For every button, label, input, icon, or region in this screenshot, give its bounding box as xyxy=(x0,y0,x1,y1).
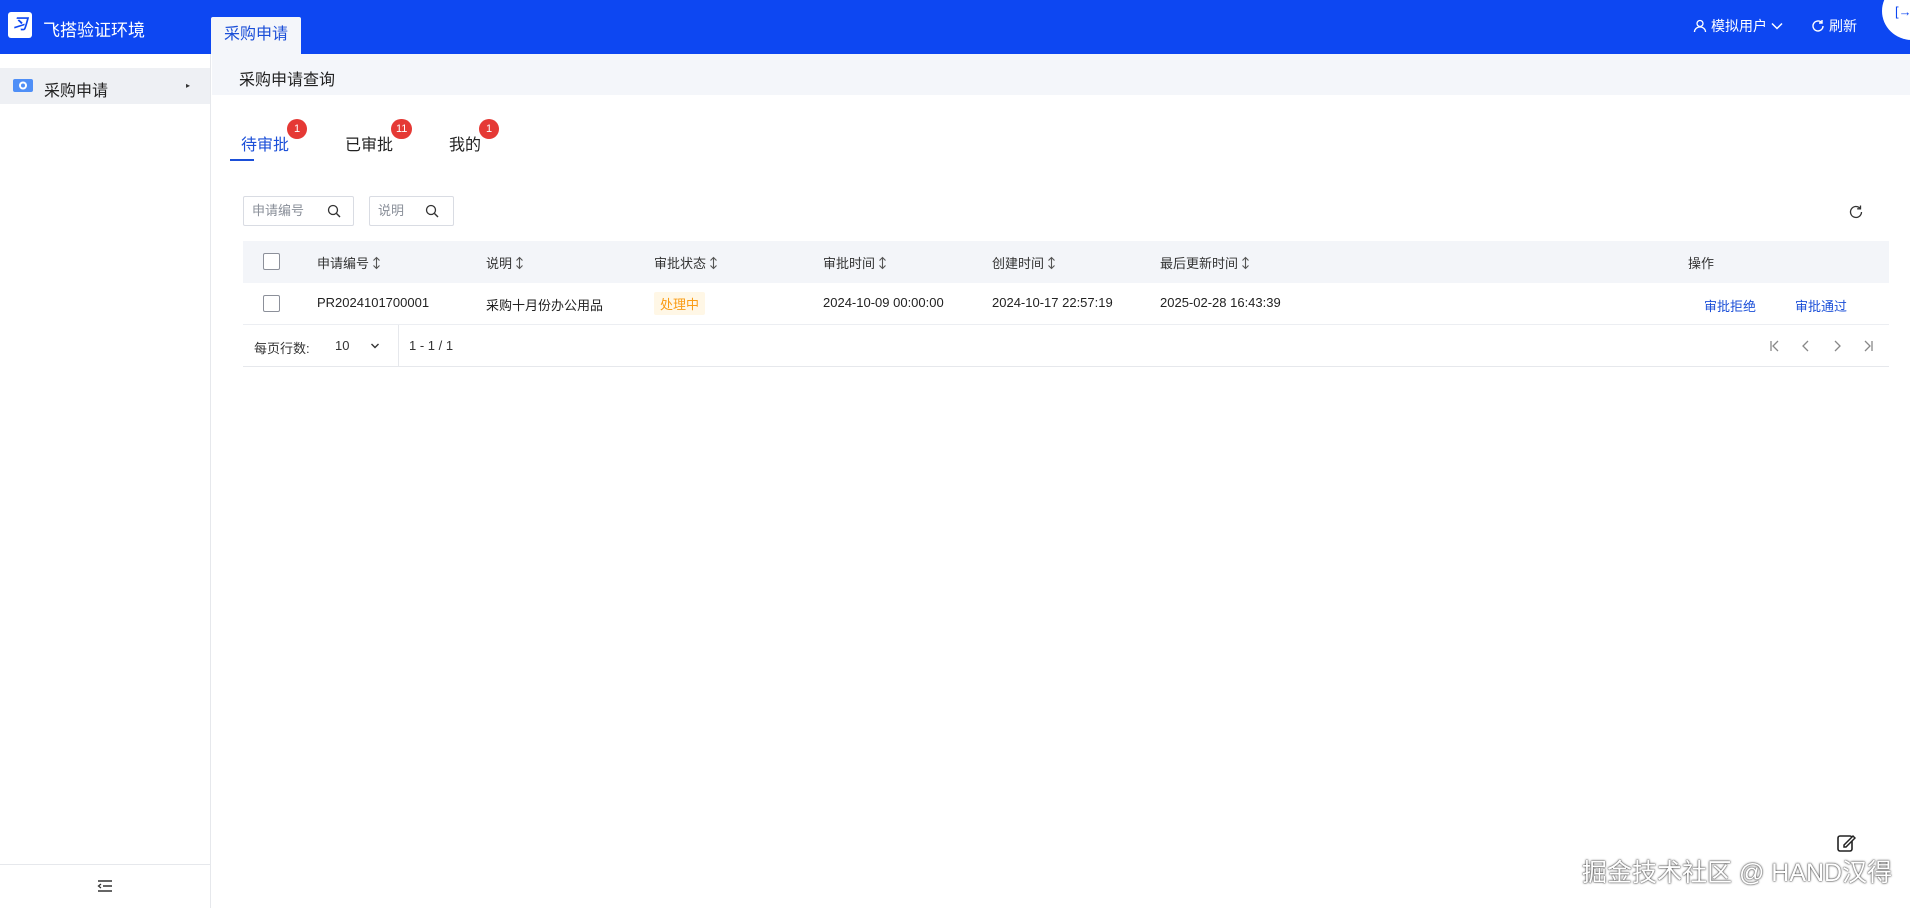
top-header: 习 飞搭验证环境 采购申请 模拟用户 刷新 [→ xyxy=(0,0,1910,54)
rows-per-page-select[interactable]: 10 xyxy=(323,331,393,361)
column-header-approve-time[interactable]: 审批时间 xyxy=(823,253,887,272)
column-header-create-time[interactable]: 创建时间 xyxy=(992,253,1056,272)
code-search-field[interactable] xyxy=(243,196,354,226)
sidebar: 采购申请 ▸ xyxy=(0,54,211,908)
app-title: 飞搭验证环境 xyxy=(43,21,145,40)
status-badge: 处理中 xyxy=(654,292,706,315)
sort-icon[interactable] xyxy=(878,256,887,270)
first-page-icon[interactable] xyxy=(1768,339,1782,353)
user-icon xyxy=(1693,19,1707,33)
tab-pending-label: 待审批 xyxy=(241,137,290,154)
corner-widget-icon: [→ xyxy=(1895,4,1910,19)
sidebar-item-label: 采购申请 xyxy=(44,83,109,100)
column-label: 说明 xyxy=(486,256,513,271)
tab-mine-label: 我的 xyxy=(449,137,482,154)
page-range: 1 - 1 / 1 xyxy=(409,338,454,353)
column-label: 最后更新时间 xyxy=(1160,256,1239,271)
column-label: 创建时间 xyxy=(992,256,1045,271)
rows-per-page-value: 10 xyxy=(335,338,350,353)
sidebar-item-purchase-request[interactable]: 采购申请 ▸ xyxy=(0,68,210,104)
collapse-menu-icon[interactable] xyxy=(97,879,113,893)
cell-desc: 采购十月份办公用品 xyxy=(486,298,604,313)
desc-search-input[interactable] xyxy=(378,203,422,218)
next-page-icon[interactable] xyxy=(1830,339,1844,353)
column-label: 操作 xyxy=(1688,256,1715,271)
reject-button[interactable]: 审批拒绝 xyxy=(1704,296,1756,315)
sort-icon[interactable] xyxy=(372,256,381,270)
cell-approve-time: 2024-10-09 00:00:00 xyxy=(823,295,944,310)
row-checkbox[interactable] xyxy=(263,295,280,312)
active-tab-indicator xyxy=(230,159,254,161)
search-icon[interactable] xyxy=(327,204,341,218)
tab-approved-label: 已审批 xyxy=(345,137,394,154)
refresh-label: 刷新 xyxy=(1829,18,1857,34)
edit-icon[interactable] xyxy=(1836,833,1856,853)
tab-purchase-request[interactable]: 采购申请 xyxy=(211,17,301,54)
rows-per-page-label: 每页行数: xyxy=(254,341,310,356)
column-header-code[interactable]: 申请编号 xyxy=(317,253,381,272)
code-search-input[interactable] xyxy=(252,203,316,218)
cell-update-time: 2025-02-28 16:43:39 xyxy=(1160,295,1281,310)
watermark: 掘金技术社区 @ HAND汉得 xyxy=(1582,859,1893,887)
pager-divider xyxy=(398,325,399,367)
user-menu[interactable]: 模拟用户 xyxy=(1693,16,1783,36)
search-icon[interactable] xyxy=(425,204,439,218)
column-label: 审批时间 xyxy=(823,256,876,271)
pagination: 每页行数: 10 1 - 1 / 1 xyxy=(243,325,1889,367)
column-label: 审批状态 xyxy=(654,256,707,271)
tab-pending[interactable]: 待审批 xyxy=(241,131,289,155)
sort-icon[interactable] xyxy=(1047,256,1056,270)
approve-button[interactable]: 审批通过 xyxy=(1795,296,1847,315)
sort-icon[interactable] xyxy=(1241,256,1250,270)
cell-create-time: 2024-10-17 22:57:19 xyxy=(992,295,1113,310)
purchase-icon xyxy=(13,79,33,92)
reload-table-icon[interactable] xyxy=(1848,204,1864,220)
column-header-update-time[interactable]: 最后更新时间 xyxy=(1160,253,1250,272)
app-logo: 习 xyxy=(8,12,32,38)
column-header-desc[interactable]: 说明 xyxy=(486,253,524,272)
cell-code: PR2024101700001 xyxy=(317,295,430,310)
select-all-checkbox[interactable] xyxy=(263,253,280,270)
refresh-icon xyxy=(1812,20,1824,32)
table-header: 申请编号 说明 审批状态 审批时间 创建时间 最后更新时间 操作 xyxy=(243,241,1889,283)
last-page-icon[interactable] xyxy=(1861,339,1875,353)
page-title: 采购申请查询 xyxy=(239,72,336,89)
desc-search-field[interactable] xyxy=(369,196,454,226)
sidebar-footer xyxy=(0,864,210,908)
column-label: 申请编号 xyxy=(317,256,370,271)
table-row[interactable]: PR2024101700001 采购十月份办公用品 处理中 2024-10-09… xyxy=(243,283,1889,325)
tab-pending-badge: 1 xyxy=(287,119,307,139)
user-name: 模拟用户 xyxy=(1711,18,1767,34)
content-panel: 待审批 1 已审批 11 我的 1 申请编号 说明 申请编号 说明 审批状态 审… xyxy=(212,95,1910,908)
column-header-actions: 操作 xyxy=(1688,253,1714,272)
sort-icon[interactable] xyxy=(709,256,718,270)
column-header-status[interactable]: 审批状态 xyxy=(654,253,718,272)
chevron-down-icon xyxy=(371,343,379,349)
prev-page-icon[interactable] xyxy=(1799,339,1813,353)
main-area: 采购申请查询 待审批 1 已审批 11 我的 1 申请编号 说明 申请编号 说明… xyxy=(212,54,1910,908)
tab-mine-badge: 1 xyxy=(479,119,499,139)
tab-mine[interactable]: 我的 xyxy=(449,131,481,155)
sort-icon[interactable] xyxy=(515,256,524,270)
chevron-down-icon xyxy=(1771,22,1783,30)
tab-approved[interactable]: 已审批 xyxy=(345,131,393,155)
caret-right-icon: ▸ xyxy=(186,81,191,90)
refresh-button[interactable]: 刷新 xyxy=(1811,16,1857,36)
tab-approved-badge: 11 xyxy=(391,119,413,139)
